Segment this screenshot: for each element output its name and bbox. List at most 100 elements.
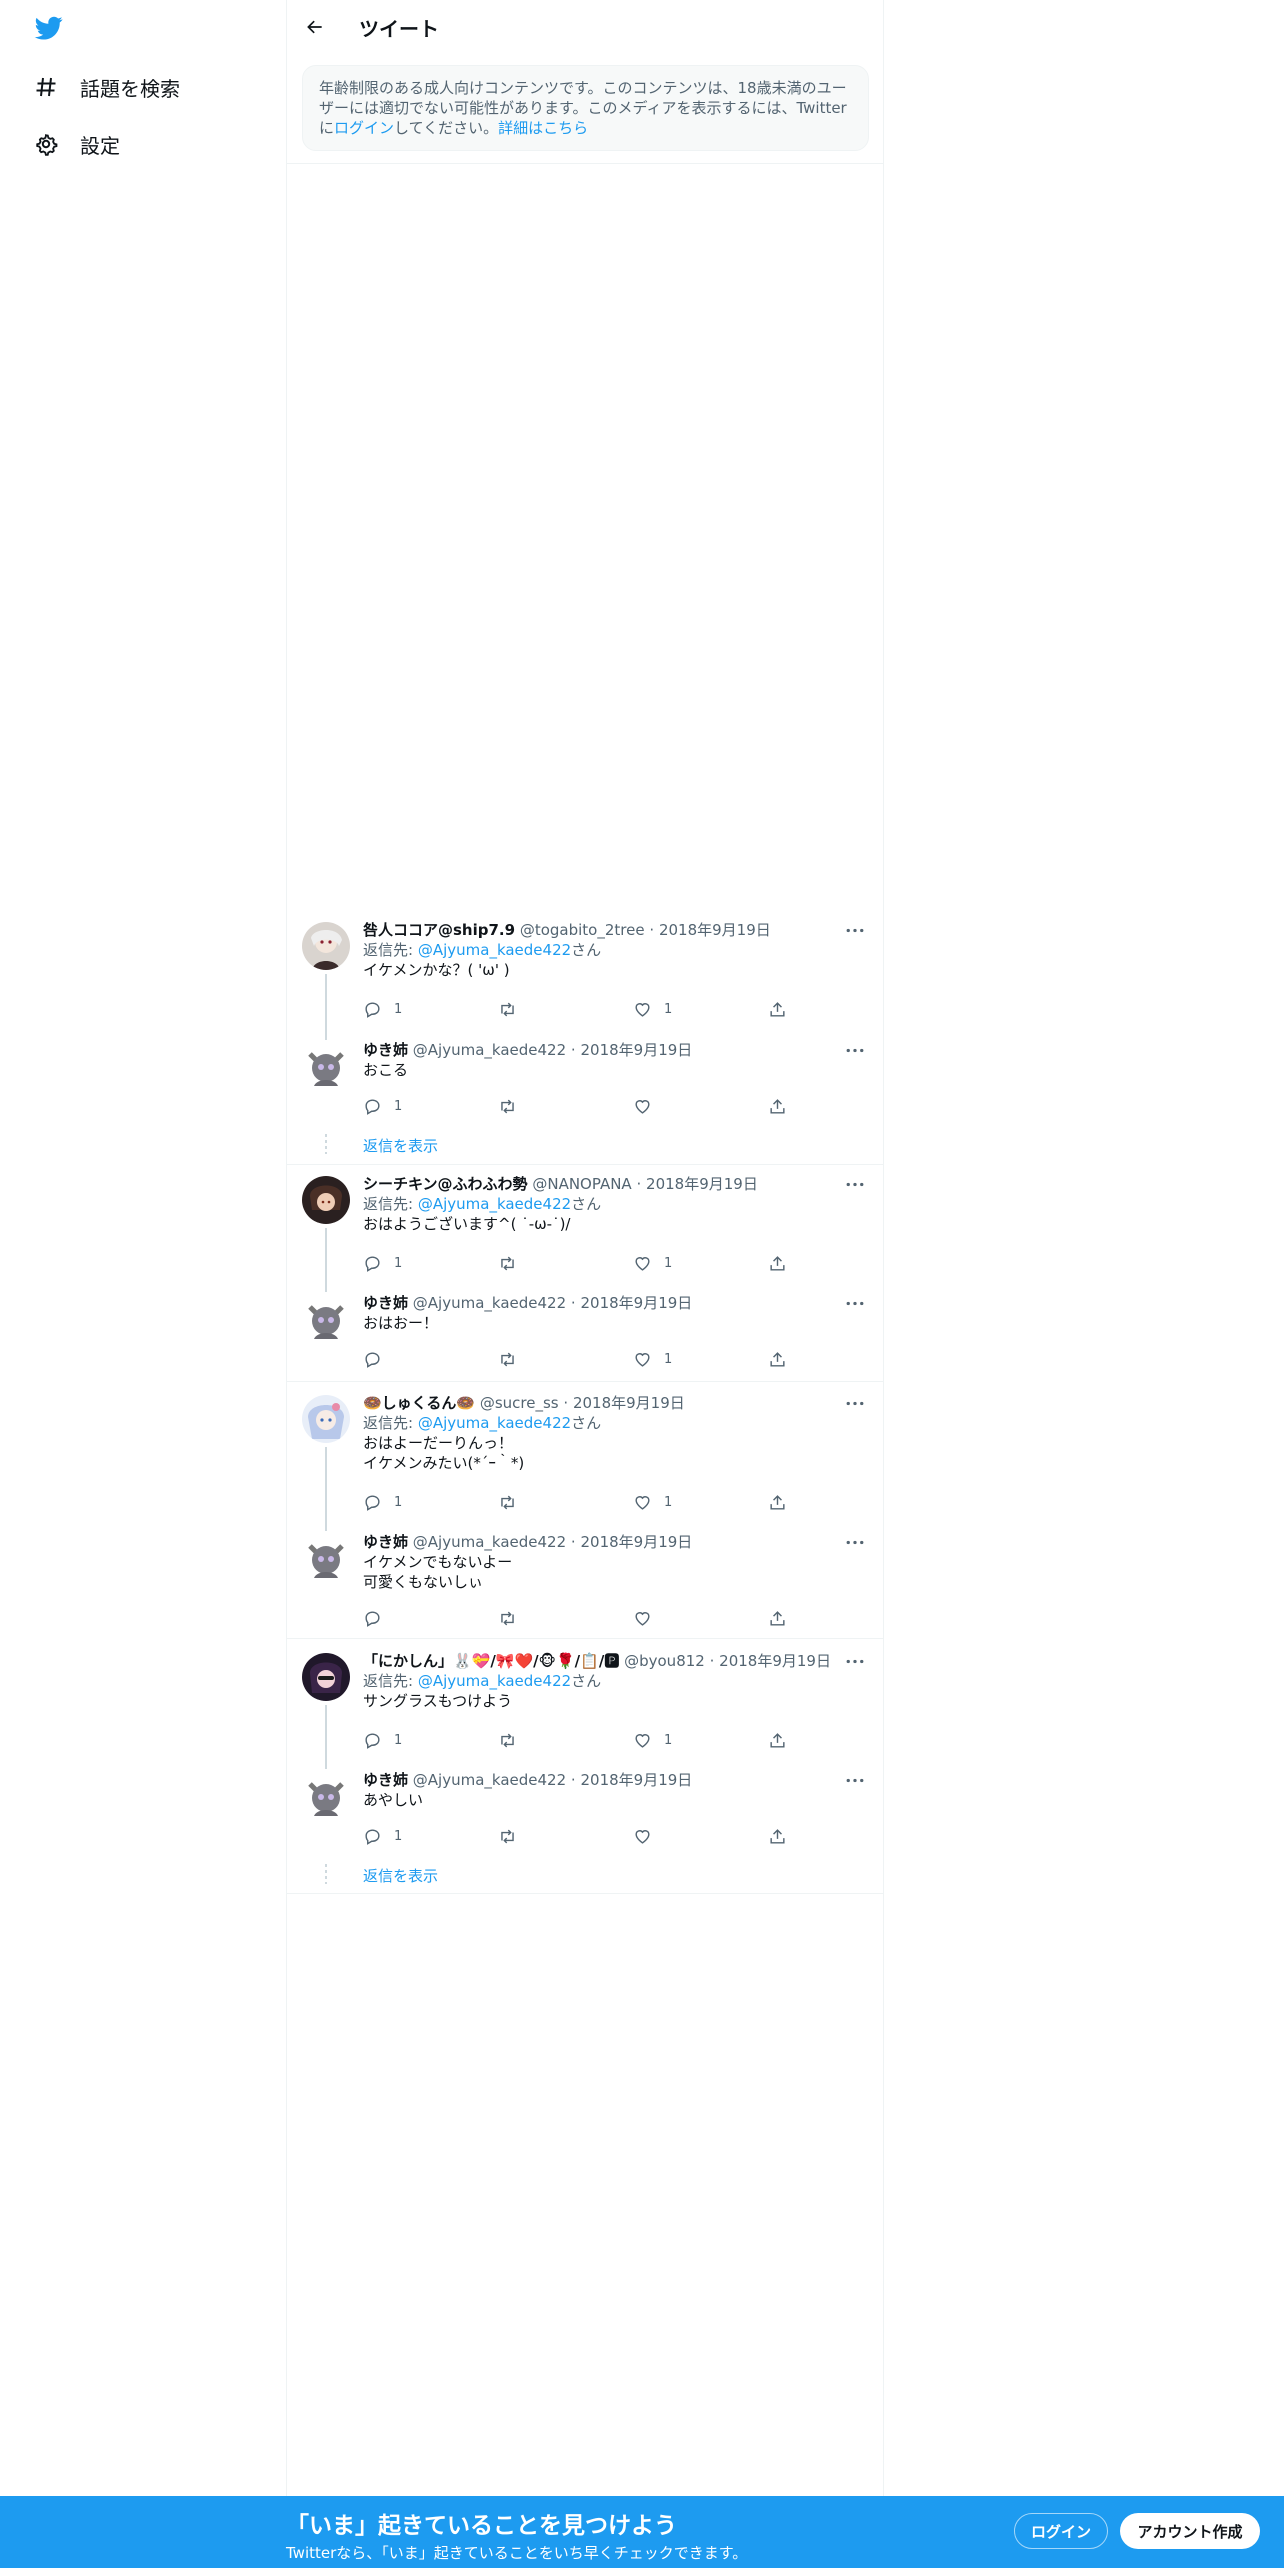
- reply-button[interactable]: 1: [363, 1094, 498, 1118]
- author-name[interactable]: ゆき姉: [363, 1771, 408, 1789]
- avatar[interactable]: [302, 922, 350, 970]
- author-name[interactable]: 咎人ココア@ship7.9: [363, 921, 515, 939]
- reply-button[interactable]: 1: [363, 997, 498, 1021]
- reply-to: 返信先: @Ajyuma_kaede422さん: [363, 1671, 863, 1691]
- tweet-date[interactable]: 2018年9月19日: [580, 1771, 692, 1789]
- author-handle[interactable]: @sucre_ss: [480, 1394, 559, 1412]
- thread-dots: [325, 1864, 327, 1884]
- author-name[interactable]: 「にかしん」🐰💝/🎀❤️/🐵🌹/📋/🅿: [363, 1652, 619, 1670]
- sensitive-content-notice: 年齢制限のある成人向けコンテンツです。このコンテンツは、18歳未満のユーザーには…: [302, 65, 869, 151]
- like-button[interactable]: [633, 1824, 768, 1848]
- author-name[interactable]: シーチキン@ふわふわ勢: [363, 1175, 528, 1193]
- tweet-actions: 1: [363, 1094, 803, 1118]
- notice-text-suffix: してください。: [394, 119, 499, 137]
- back-arrow-icon[interactable]: [301, 13, 329, 41]
- author-handle[interactable]: @Ajyuma_kaede422: [413, 1771, 566, 1789]
- reply-button[interactable]: 1: [363, 1251, 498, 1275]
- retweet-button[interactable]: [498, 1347, 633, 1371]
- share-button[interactable]: [768, 1251, 803, 1275]
- like-button[interactable]: 1: [633, 1251, 768, 1275]
- reply-button[interactable]: [363, 1606, 498, 1630]
- like-icon: [635, 1829, 650, 1844]
- login-button[interactable]: ログイン: [1014, 2513, 1108, 2549]
- separator: ·: [570, 1294, 576, 1312]
- tweet-date[interactable]: 2018年9月19日: [580, 1294, 692, 1312]
- mention-link[interactable]: @Ajyuma_kaede422: [418, 1672, 571, 1690]
- tweet-actions: 1 1: [363, 1728, 803, 1752]
- share-button[interactable]: [768, 1606, 803, 1630]
- tweet-text-line: イケメンみたい(*´ｰ｀*): [363, 1454, 525, 1472]
- retweet-button[interactable]: [498, 1094, 633, 1118]
- share-button[interactable]: [768, 1824, 803, 1848]
- author-name[interactable]: 🍩しゅくるん🍩: [363, 1394, 475, 1412]
- author-name[interactable]: ゆき姉: [363, 1041, 408, 1059]
- author-handle[interactable]: @togabito_2tree: [520, 921, 645, 939]
- reply-button[interactable]: 1: [363, 1490, 498, 1514]
- share-button[interactable]: [768, 1347, 803, 1371]
- avatar[interactable]: [302, 1534, 350, 1582]
- author-handle[interactable]: @Ajyuma_kaede422: [413, 1294, 566, 1312]
- signup-button[interactable]: アカウント作成: [1120, 2513, 1260, 2549]
- tweet-date[interactable]: 2018年9月19日: [580, 1533, 692, 1551]
- avatar[interactable]: [302, 1395, 350, 1443]
- twitter-logo-icon[interactable]: [33, 14, 65, 42]
- like-button[interactable]: [633, 1094, 768, 1118]
- retweet-button[interactable]: [498, 1490, 633, 1514]
- retweet-button[interactable]: [498, 997, 633, 1021]
- share-button[interactable]: [768, 1728, 803, 1752]
- nav-explore[interactable]: 話題を検索: [33, 67, 180, 107]
- mention-link[interactable]: @Ajyuma_kaede422: [418, 941, 571, 959]
- tweet-date[interactable]: 2018年9月19日: [659, 921, 771, 939]
- author-name[interactable]: ゆき姉: [363, 1294, 408, 1312]
- share-button[interactable]: [768, 1490, 803, 1514]
- login-link[interactable]: ログイン: [334, 119, 394, 137]
- author-handle[interactable]: @Ajyuma_kaede422: [413, 1041, 566, 1059]
- show-replies-link[interactable]: 返信を表示: [363, 1135, 438, 1156]
- show-replies-link[interactable]: 返信を表示: [363, 1865, 438, 1886]
- learn-more-link[interactable]: 詳細はこちら: [498, 119, 588, 137]
- mention-link[interactable]: @Ajyuma_kaede422: [418, 1195, 571, 1213]
- reply-to-prefix: 返信先:: [363, 1672, 418, 1690]
- tweet-actions: [363, 1606, 803, 1630]
- avatar[interactable]: [302, 1295, 350, 1343]
- separator: ·: [570, 1041, 576, 1059]
- page-header: ツイート: [287, 0, 883, 54]
- tweet-date[interactable]: 2018年9月19日: [646, 1175, 758, 1193]
- retweet-icon: [501, 1002, 514, 1016]
- author-handle[interactable]: @Ajyuma_kaede422: [413, 1533, 566, 1551]
- like-button[interactable]: [633, 1606, 768, 1630]
- left-nav: 話題を検索 設定: [0, 0, 286, 2496]
- share-button[interactable]: [768, 997, 803, 1021]
- author-handle[interactable]: @byou812: [624, 1652, 705, 1670]
- reply-button[interactable]: 1: [363, 1824, 498, 1848]
- tweet-date[interactable]: 2018年9月19日: [580, 1041, 692, 1059]
- tweet-actions: 1 1: [363, 1490, 803, 1514]
- avatar[interactable]: [302, 1176, 350, 1224]
- reply-button[interactable]: 1: [363, 1728, 498, 1752]
- author-name[interactable]: ゆき姉: [363, 1533, 408, 1551]
- avatar[interactable]: [302, 1042, 350, 1090]
- mention-link[interactable]: @Ajyuma_kaede422: [418, 1414, 571, 1432]
- nav-settings[interactable]: 設定: [33, 124, 120, 164]
- avatar[interactable]: [302, 1653, 350, 1701]
- like-button[interactable]: 1: [633, 1347, 768, 1371]
- tweet-date[interactable]: 2018年9月19日: [573, 1394, 685, 1412]
- retweet-button[interactable]: [498, 1728, 633, 1752]
- tweet-date[interactable]: 2018年9月19日: [719, 1652, 831, 1670]
- like-button[interactable]: 1: [633, 1728, 768, 1752]
- avatar[interactable]: [302, 1772, 350, 1820]
- retweet-button[interactable]: [498, 1606, 633, 1630]
- retweet-button[interactable]: [498, 1251, 633, 1275]
- reply-button[interactable]: [363, 1347, 498, 1371]
- share-button[interactable]: [768, 1094, 803, 1118]
- reply-count: 1: [394, 1001, 403, 1017]
- retweet-icon: [501, 1352, 514, 1366]
- like-button[interactable]: 1: [633, 997, 768, 1021]
- tweet-meta: ゆき姉 @Ajyuma_kaede422 · 2018年9月19日: [363, 1770, 863, 1790]
- author-handle[interactable]: @NANOPANA: [532, 1175, 631, 1193]
- banner-title: 「いま」起きていることを見つけよう: [286, 2513, 677, 2539]
- like-button[interactable]: 1: [633, 1490, 768, 1514]
- retweet-button[interactable]: [498, 1824, 633, 1848]
- like-icon: [635, 1733, 650, 1748]
- thread-line: [325, 1705, 327, 1769]
